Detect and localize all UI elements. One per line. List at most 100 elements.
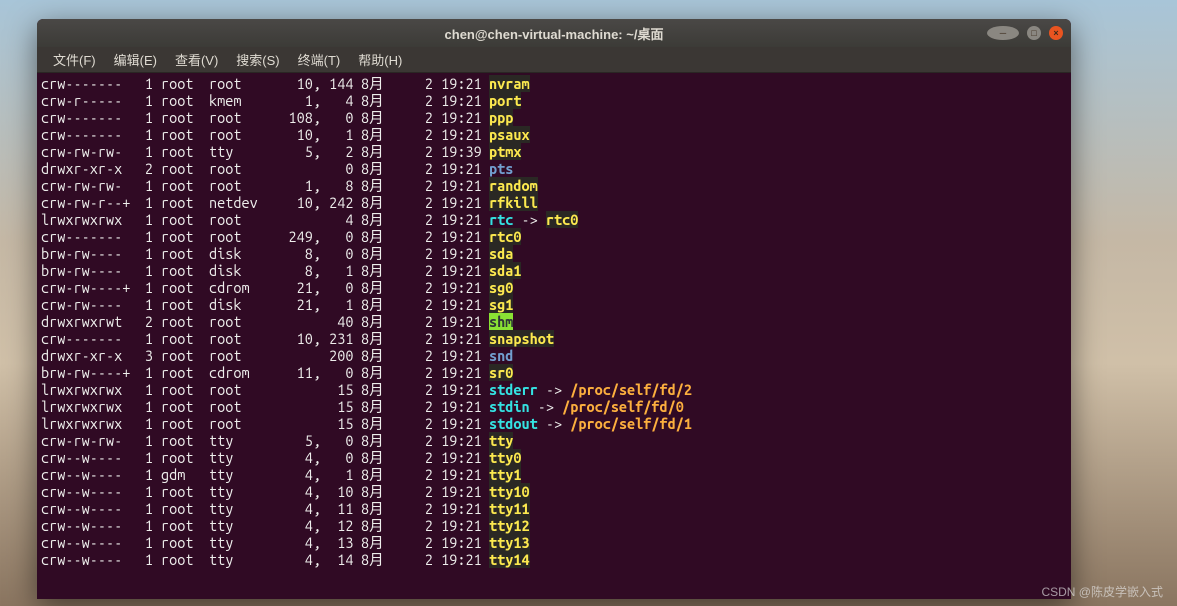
terminal-output[interactable]: crw------- 1 root root 10, 144 8月2 19:21…: [37, 73, 1071, 599]
col-group: root: [209, 228, 265, 245]
menu-file[interactable]: 文件(F): [45, 47, 104, 72]
col-name: nvram: [481, 75, 530, 92]
sp: [129, 534, 137, 551]
symlink-arrow: ->: [538, 415, 570, 432]
col-minor: 11: [321, 500, 353, 517]
sp: [201, 347, 209, 364]
sp: [129, 126, 137, 143]
col-links: 2: [137, 313, 153, 330]
menu-help[interactable]: 帮助(H): [350, 47, 410, 72]
col-perms: crw-rw----+: [41, 279, 129, 296]
col-day: 2: [393, 534, 433, 551]
maximize-button[interactable]: □: [1027, 26, 1041, 40]
col-links: 1: [137, 534, 153, 551]
sp: [353, 194, 361, 211]
sp: [129, 262, 137, 279]
col-time: 19:21: [433, 466, 481, 483]
menu-search[interactable]: 搜索(S): [228, 47, 287, 72]
listing-row: brw-rw---- 1 root disk 8, 1 8月2 19:21sda…: [41, 262, 1067, 279]
sp: [201, 534, 209, 551]
col-minor: 15: [321, 398, 353, 415]
sp: [353, 211, 361, 228]
sp: [153, 177, 161, 194]
filename: tty0: [489, 449, 521, 466]
filename: tty14: [489, 551, 530, 568]
col-group: root: [209, 415, 265, 432]
sp: [353, 398, 361, 415]
col-month: 8月: [361, 398, 393, 415]
col-day: 2: [393, 381, 433, 398]
col-minor: 15: [321, 415, 353, 432]
col-owner: root: [161, 126, 201, 143]
col-perms: lrwxrwxrwx: [41, 415, 129, 432]
col-perms: crw-r-----: [41, 92, 129, 109]
filename: tty11: [489, 500, 530, 517]
sp: [129, 517, 137, 534]
col-minor: 0: [321, 245, 353, 262]
symlink-arrow: ->: [513, 211, 545, 228]
minimize-button[interactable]: ─: [987, 26, 1019, 40]
filename: tty12: [489, 517, 530, 534]
menu-view[interactable]: 查看(V): [167, 47, 226, 72]
close-button[interactable]: ×: [1049, 26, 1063, 40]
filename: rfkill: [489, 194, 538, 211]
sp: [153, 143, 161, 160]
col-month: 8月: [361, 245, 393, 262]
col-links: 1: [137, 262, 153, 279]
col-group: root: [209, 381, 265, 398]
col-owner: root: [161, 517, 201, 534]
col-owner: root: [161, 534, 201, 551]
col-day: 2: [393, 296, 433, 313]
filename: port: [489, 92, 521, 109]
col-time: 19:21: [433, 517, 481, 534]
col-owner: root: [161, 194, 201, 211]
menu-terminal[interactable]: 终端(T): [290, 47, 349, 72]
col-links: 1: [137, 415, 153, 432]
window-titlebar[interactable]: chen@chen-virtual-machine: ~/桌面 ─ □ ×: [37, 19, 1071, 47]
filename: nvram: [489, 75, 530, 92]
col-minor: 13: [321, 534, 353, 551]
col-time: 19:21: [433, 415, 481, 432]
col-name: tty1: [481, 466, 521, 483]
col-owner: root: [161, 92, 201, 109]
col-time: 19:21: [433, 109, 481, 126]
sp: [153, 534, 161, 551]
col-month: 8月: [361, 92, 393, 109]
col-perms: crw--w----: [41, 517, 129, 534]
col-owner: root: [161, 381, 201, 398]
col-links: 3: [137, 347, 153, 364]
col-links: 1: [137, 466, 153, 483]
col-group: root: [209, 211, 265, 228]
col-minor: 1: [321, 296, 353, 313]
sp: [129, 245, 137, 262]
filename: sda1: [489, 262, 521, 279]
col-time: 19:21: [433, 262, 481, 279]
watermark: CSDN @陈皮学嵌入式: [1041, 583, 1163, 600]
menu-edit[interactable]: 编辑(E): [106, 47, 165, 72]
col-perms: crw--w----: [41, 500, 129, 517]
col-links: 1: [137, 75, 153, 92]
sp: [353, 517, 361, 534]
col-name: tty12: [481, 517, 530, 534]
col-day: 2: [393, 245, 433, 262]
sp: [201, 398, 209, 415]
sp: [153, 279, 161, 296]
sp: [153, 75, 161, 92]
col-time: 19:21: [433, 551, 481, 568]
col-group: cdrom: [209, 279, 265, 296]
col-day: 2: [393, 126, 433, 143]
sp: [201, 160, 209, 177]
sp: [153, 228, 161, 245]
terminal-window: chen@chen-virtual-machine: ~/桌面 ─ □ × 文件…: [37, 19, 1071, 599]
col-month: 8月: [361, 75, 393, 92]
col-links: 1: [137, 381, 153, 398]
filename: sr0: [489, 364, 513, 381]
col-time: 19:21: [433, 534, 481, 551]
col-perms: crw--w----: [41, 483, 129, 500]
col-month: 8月: [361, 534, 393, 551]
col-perms: crw-------: [41, 75, 129, 92]
filename: random: [489, 177, 538, 194]
col-day: 2: [393, 92, 433, 109]
filename: stdin: [489, 398, 530, 415]
col-name: sg1: [481, 296, 513, 313]
